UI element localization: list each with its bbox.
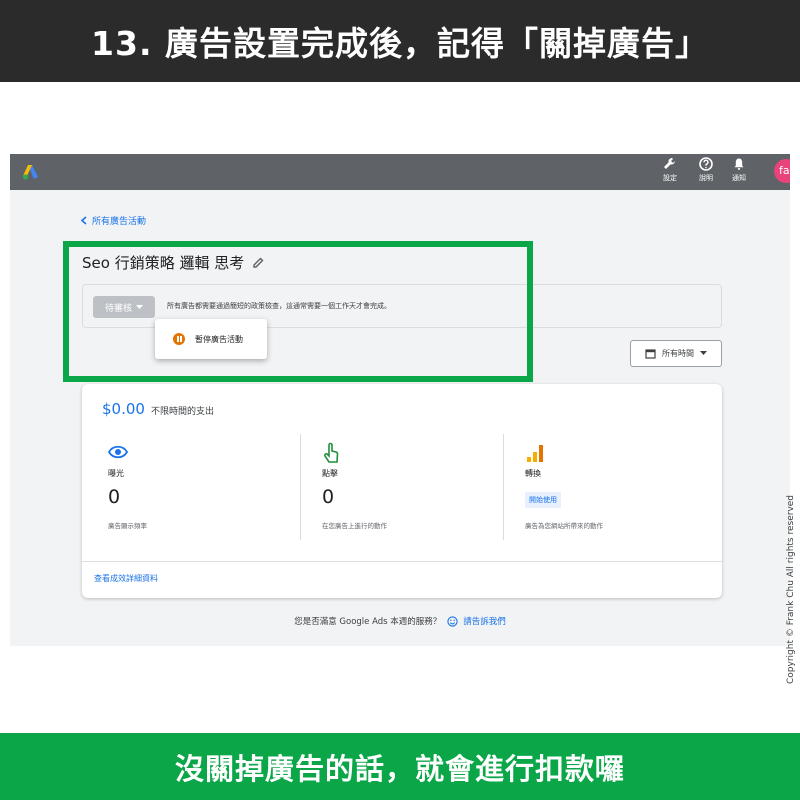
back-link-label: 所有廣告活動: [92, 217, 147, 227]
settings-button[interactable]: 設定: [653, 157, 687, 187]
date-range-dropdown[interactable]: 所有時間: [630, 340, 722, 367]
caret-down-icon: [136, 304, 143, 309]
survey-question: 您是否滿意 Google Ads 本週的服務？: [294, 617, 442, 627]
notifications-button[interactable]: 通知: [722, 157, 756, 187]
page-title: 13. 廣告設置完成後，記得「關掉廣告」: [0, 0, 800, 82]
survey-prompt: 您是否滿意 Google Ads 本週的服務？ 請告訴我們: [10, 615, 790, 627]
pause-campaign-option[interactable]: 暫停廣告活動: [195, 334, 243, 345]
bar-chart-icon: [527, 445, 543, 462]
avatar[interactable]: fa: [774, 159, 790, 183]
bell-icon: [734, 158, 744, 170]
spend-amount: $0.00: [102, 400, 145, 418]
click-icon: [324, 442, 339, 463]
metric-value: 0: [108, 486, 121, 508]
copyright-text: Copyright © Frank Chu All rights reserve…: [786, 494, 796, 684]
card-divider: [82, 561, 722, 562]
get-started-button[interactable]: 開始使用: [525, 492, 561, 508]
date-range-label: 所有時間: [662, 349, 694, 358]
status-button-label: 待審核: [104, 303, 132, 314]
page: 13. 廣告設置完成後，記得「關掉廣告」 設定 說明 通知 fa 所有廣告活動 …: [0, 0, 800, 800]
help-label: 說明: [699, 174, 713, 182]
metric-value: 0: [322, 486, 335, 508]
metric-clicks: 點擊 0 在您廣告上進行的動作: [322, 442, 512, 534]
metric-label: 曝光: [108, 469, 124, 478]
metric-description: 廣告顯示頻率: [108, 522, 147, 530]
metric-description: 在您廣告上進行的動作: [322, 522, 387, 530]
ads-topbar: 設定 說明 通知 fa: [10, 154, 790, 190]
divider: [503, 434, 504, 540]
bottom-caption: 沒關掉廣告的話，就會進行扣款囉: [0, 733, 800, 800]
survey-link-label: 請告訴我們: [463, 617, 506, 627]
edit-pencil-icon[interactable]: [252, 256, 265, 269]
settings-label: 設定: [663, 174, 677, 182]
campaign-title: Seo 行銷策略 邏輯 思考: [82, 252, 265, 273]
help-icon: [699, 157, 713, 171]
status-menu: 暫停廣告活動: [155, 319, 267, 359]
pause-icon: [173, 333, 185, 345]
caret-down-icon: [700, 351, 707, 355]
notifications-label: 通知: [732, 174, 746, 182]
smiley-icon: [447, 615, 458, 627]
status-dropdown-button[interactable]: 待審核: [93, 296, 155, 318]
google-ads-screenshot: 設定 說明 通知 fa 所有廣告活動 Seo 行銷策略 邏輯 思考 待審核 所有…: [10, 154, 790, 646]
metric-label: 點擊: [322, 469, 338, 478]
survey-feedback-link[interactable]: 請告訴我們: [447, 615, 506, 627]
spend-summary: $0.00 不限時間的支出: [102, 400, 214, 418]
chevron-left-icon: [80, 216, 87, 225]
campaign-name: Seo 行銷策略 邏輯 思考: [82, 254, 245, 272]
spend-label: 不限時間的支出: [150, 407, 214, 417]
back-to-campaigns-link[interactable]: 所有廣告活動: [80, 214, 146, 227]
divider: [300, 434, 301, 540]
metric-description: 廣告為您網站所帶來的動作: [525, 522, 603, 530]
help-button[interactable]: 說明: [689, 157, 723, 187]
view-details-link[interactable]: 查看成效詳細資料: [94, 573, 158, 584]
metric-impressions: 曝光 0 廣告顯示頻率: [108, 442, 298, 534]
performance-card: $0.00 不限時間的支出 曝光 0 廣告顯示頻率 點擊 0 在您廣告上進行的動…: [82, 384, 722, 598]
metric-conversions: 轉換 開始使用 廣告為您網站所帶來的動作: [525, 442, 715, 534]
wrench-icon: [664, 157, 676, 169]
google-ads-logo-icon: [22, 165, 38, 180]
eye-icon: [108, 445, 128, 459]
policy-review-message: 所有廣告都需要通過簡短的政策檢查，這通常需要一個工作天才會完成。: [167, 302, 391, 310]
metric-label: 轉換: [525, 469, 541, 478]
calendar-icon: [645, 349, 656, 359]
